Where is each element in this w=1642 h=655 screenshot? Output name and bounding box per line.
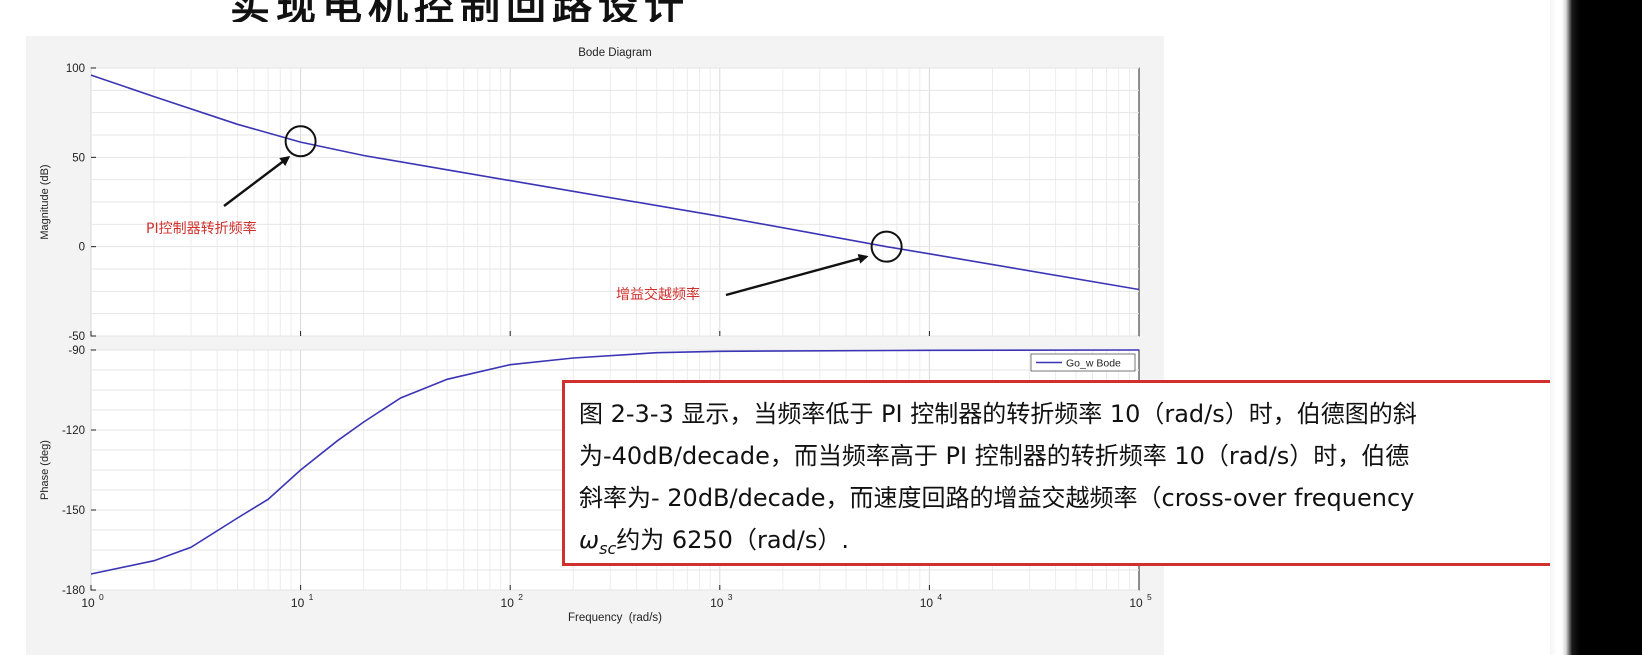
x-tick-label: 10	[920, 596, 934, 610]
x-tick-exponent: 2	[518, 592, 523, 602]
slide-title-text: 实现电机控制回路设计	[230, 0, 690, 22]
phase-tick-label: -120	[62, 425, 85, 437]
legend: Go_w Bode	[1030, 353, 1136, 372]
note-line-3: 斜率为- 20dB/decade，而速度回路的增益交越频率（cross-over…	[579, 484, 1415, 512]
note-line-2: 为-40dB/decade，而当频率高于 PI 控制器的转折频率 10（rad/…	[579, 442, 1410, 470]
chart-title: Bode Diagram	[578, 47, 652, 59]
magnitude-tick-label: 0	[79, 242, 85, 254]
phase-tick-label: -90	[68, 345, 85, 357]
magnitude-plot: 100 50 0 -50 PI控制器转折频率增益交越频率 Magnitude (dB)…	[39, 47, 1140, 343]
omega-subscript: sc	[599, 538, 617, 558]
magnitude-tick-label: 50	[72, 152, 85, 164]
phase-tick-label: -150	[62, 505, 85, 517]
x-tick-label: 10	[710, 596, 724, 610]
x-tick-exponent: 5	[1147, 592, 1152, 602]
screen-edge	[1550, 0, 1642, 655]
x-tick-label: 10	[1129, 596, 1143, 610]
explanation-note: 图 2-3-3 显示，当频率低于 PI 控制器的转折频率 10（rad/s）时，…	[562, 380, 1562, 566]
x-tick-label: 10	[501, 596, 515, 610]
phase-y-axis-label: Phase (deg)	[39, 440, 51, 500]
x-tick-label: 10	[291, 596, 305, 610]
x-tick-exponent: 1	[309, 592, 314, 602]
note-line-4: ωsc约为 6250（rad/s）.	[579, 519, 1559, 563]
pi-corner-label: PI控制器转折频率	[146, 220, 257, 237]
legend-entry: Go_w Bode	[1066, 358, 1121, 370]
crossover-label: 增益交越频率	[616, 286, 700, 303]
x-tick-label: 10	[81, 596, 95, 610]
x-axis-label: Frequency (rad/s)	[568, 612, 662, 624]
magnitude-tick-label: 100	[66, 63, 85, 75]
magnitude-y-axis-label: Magnitude (dB)	[39, 164, 51, 239]
magnitude-tick-label: -50	[68, 331, 85, 343]
x-tick-exponent: 3	[728, 592, 733, 602]
note-line-1: 图 2-3-3 显示，当频率低于 PI 控制器的转折频率 10（rad/s）时，…	[579, 400, 1417, 428]
x-tick-exponent: 4	[937, 592, 942, 602]
note-line-4-text: 约为 6250（rad/s）.	[616, 526, 849, 554]
omega-symbol: ω	[579, 526, 600, 554]
slide-title: 实现电机控制回路设计	[230, 0, 1130, 22]
x-tick-exponent: 0	[99, 592, 104, 602]
